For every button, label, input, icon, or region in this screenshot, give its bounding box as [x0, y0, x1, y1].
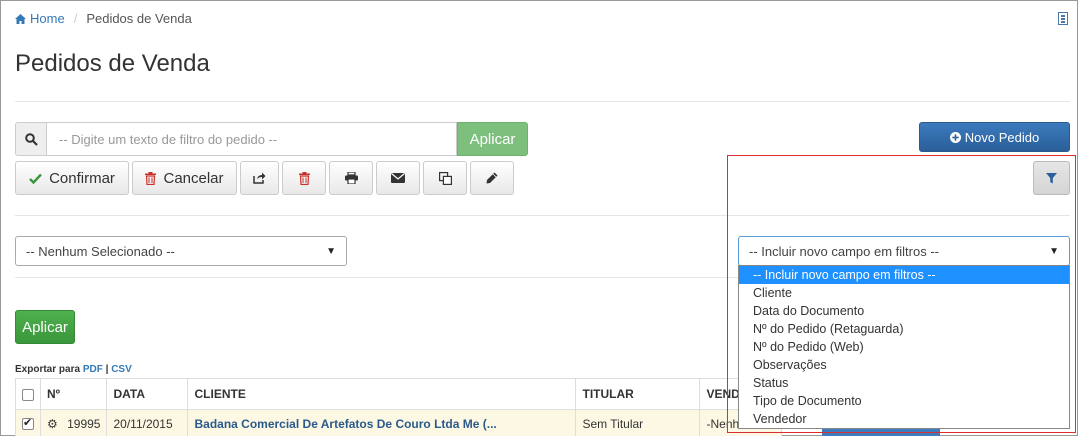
cancel-button-label[interactable]: Cancelar — [163, 170, 223, 187]
breadcrumb-home[interactable]: Home — [15, 11, 65, 26]
orders-table: Nº DATA CLIENTE TITULAR VENDEDOR ⚙ 19995… — [15, 378, 782, 436]
export-pdf-link[interactable]: PDF — [83, 364, 103, 375]
confirm-button[interactable]: Confirmar — [15, 161, 129, 195]
column-header-number[interactable]: Nº — [39, 378, 108, 410]
gear-icon[interactable]: ⚙ — [47, 417, 58, 431]
new-order-button-label[interactable]: Novo Pedido — [965, 130, 1039, 145]
export-separator: | — [105, 364, 109, 375]
breadcrumb-current: Pedidos de Venda — [86, 11, 192, 26]
row-number: 19995 — [67, 416, 101, 431]
share-button[interactable] — [240, 161, 279, 195]
page-title: Pedidos de Venda — [15, 50, 210, 77]
copy-icon — [438, 171, 452, 185]
search-icon — [24, 132, 38, 146]
row-holder: Sem Titular — [575, 409, 701, 436]
search-apply-button[interactable]: Aplicar — [457, 122, 528, 156]
selection-dropdown-value: -- Nenhum Selecionado -- — [26, 243, 175, 259]
breadcrumb-separator: / — [73, 11, 78, 26]
select-all-cell — [15, 378, 41, 410]
new-order-button[interactable]: Novo Pedido — [919, 122, 1070, 152]
search-group: Aplicar — [15, 122, 528, 156]
search-addon — [15, 122, 46, 156]
search-input[interactable] — [46, 122, 457, 156]
caret-down-icon: ▼ — [326, 245, 336, 257]
check-icon — [29, 173, 42, 184]
print-icon — [344, 172, 358, 184]
edit-button[interactable] — [470, 161, 514, 195]
cancel-button[interactable]: Cancelar — [132, 161, 237, 195]
pencil-icon — [486, 172, 498, 184]
row-checkbox[interactable] — [22, 416, 34, 431]
table-header-row: Nº DATA CLIENTE TITULAR VENDEDOR — [15, 378, 782, 410]
divider — [15, 101, 1070, 102]
column-header-holder[interactable]: TITULAR — [575, 378, 701, 410]
apply-button[interactable]: Aplicar — [15, 310, 75, 344]
row-number-cell: ⚙ 19995 — [39, 409, 108, 436]
select-all-checkbox[interactable] — [22, 388, 34, 401]
envelope-icon — [391, 173, 405, 183]
copy-button[interactable] — [423, 161, 467, 195]
row-client-link[interactable]: Badana Comercial De Artefatos De Couro L… — [194, 417, 496, 431]
trash-icon — [298, 171, 310, 185]
row-date: 20/11/2015 — [106, 409, 189, 436]
export-links: Exportar para PDF | CSV — [15, 364, 132, 375]
row-checkbox-cell — [15, 409, 41, 436]
column-header-client[interactable]: CLIENTE — [187, 378, 577, 410]
export-label: Exportar para — [15, 364, 81, 375]
delete-button[interactable] — [282, 161, 326, 195]
table-row[interactable]: ⚙ 19995 20/11/2015 Badana Comercial De A… — [15, 409, 782, 436]
email-button[interactable] — [376, 161, 420, 195]
row-client-cell: Badana Comercial De Artefatos De Couro L… — [187, 409, 577, 436]
plus-circle-icon — [949, 131, 961, 143]
breadcrumb-home-label[interactable]: Home — [30, 11, 65, 26]
confirm-button-label[interactable]: Confirmar — [49, 170, 115, 187]
highlight-box — [727, 155, 1076, 433]
document-icon[interactable] — [1058, 12, 1068, 25]
breadcrumb: Home / Pedidos de Venda — [15, 11, 192, 26]
export-csv-link[interactable]: CSV — [111, 364, 132, 375]
column-header-date[interactable]: DATA — [106, 378, 189, 410]
home-icon — [15, 13, 26, 24]
trash-icon — [145, 171, 157, 185]
print-button[interactable] — [329, 161, 373, 195]
selection-dropdown[interactable]: -- Nenhum Selecionado -- ▼ — [15, 236, 347, 266]
share-icon — [253, 172, 266, 184]
